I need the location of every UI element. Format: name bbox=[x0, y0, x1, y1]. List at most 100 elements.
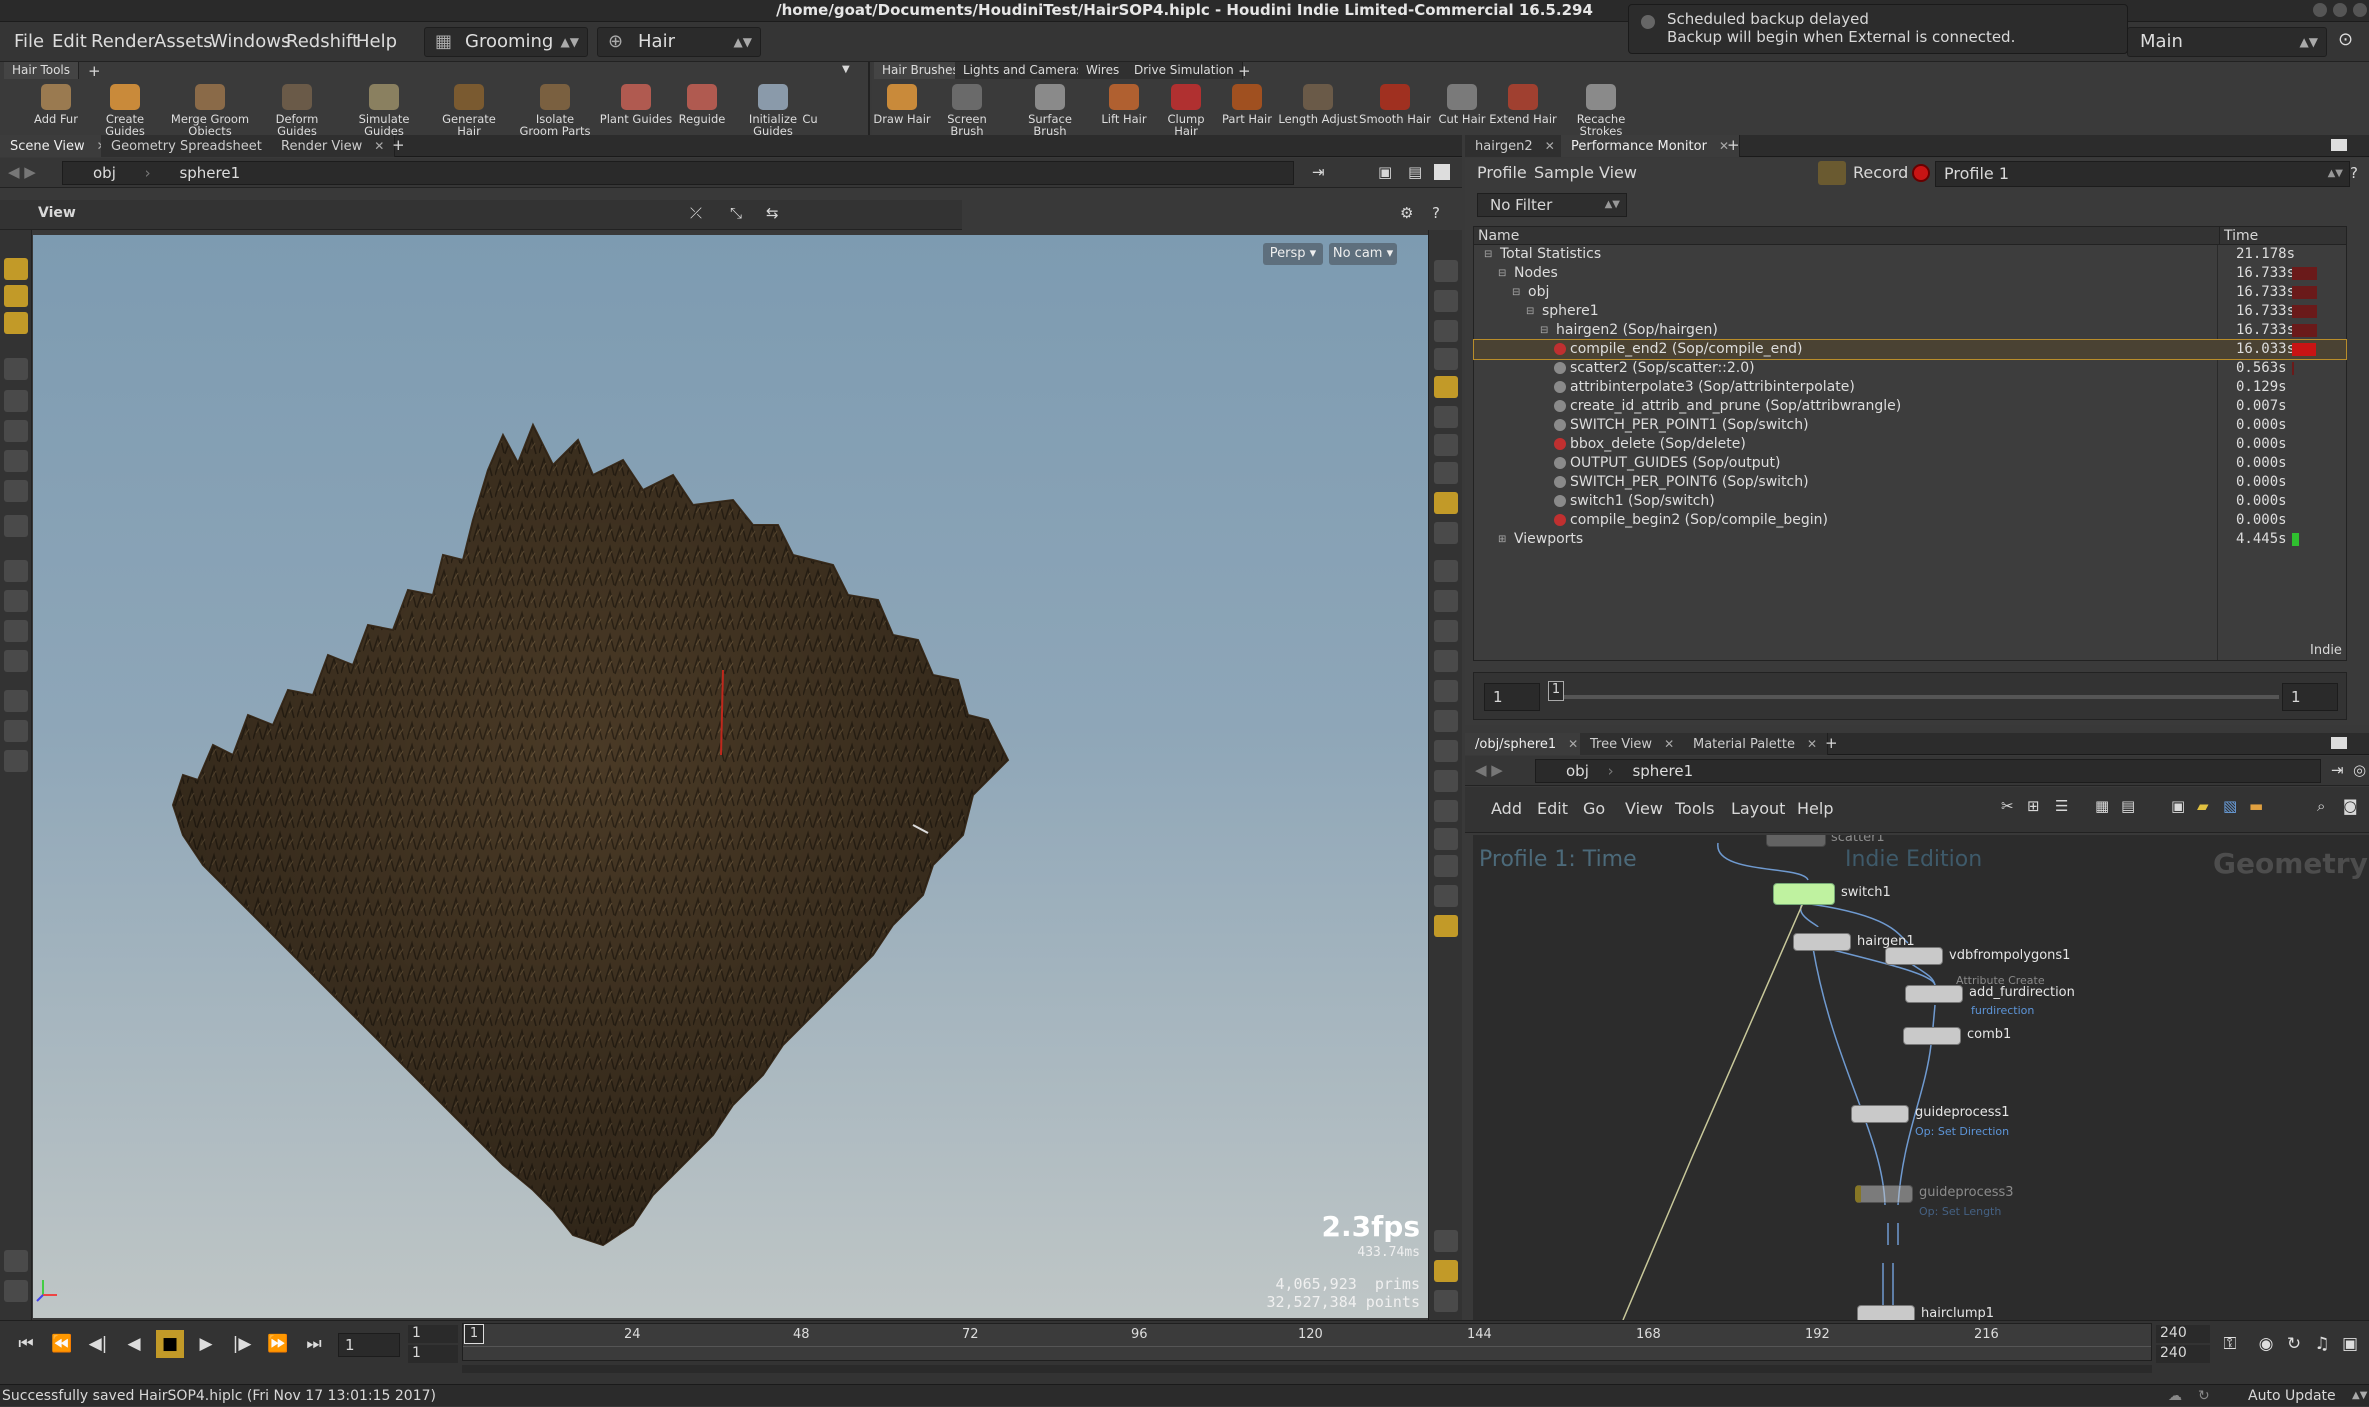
lasso-tool-icon[interactable] bbox=[4, 480, 28, 502]
lock-icon[interactable] bbox=[1434, 320, 1458, 342]
lightbulb-icon[interactable] bbox=[1434, 915, 1458, 937]
search-icon[interactable]: ⌕ bbox=[2317, 797, 2325, 815]
split-icon[interactable]: ▤ bbox=[1408, 163, 1422, 181]
table-icon[interactable]: ▤ bbox=[2121, 797, 2135, 815]
context-select[interactable]: ⊕ Hair ▲▼ bbox=[597, 27, 761, 57]
tool-screen-brush[interactable]: Screen Brush bbox=[932, 84, 1002, 137]
profile-select[interactable]: Profile 1 ▲▼ bbox=[1935, 161, 2350, 187]
add-tab-icon[interactable]: + bbox=[1825, 734, 1838, 752]
handle-tool-icon[interactable] bbox=[4, 312, 28, 334]
menu-edit[interactable]: Edit bbox=[1537, 799, 1568, 818]
record-button[interactable] bbox=[1912, 164, 1930, 182]
close-tab-icon[interactable]: ✕ bbox=[1664, 737, 1674, 751]
lamp-icon[interactable] bbox=[1434, 462, 1458, 484]
grid-icon[interactable] bbox=[1434, 740, 1458, 762]
perf-row[interactable]: ⊟ sphere1 16.733s bbox=[1474, 302, 2346, 321]
tree-icon[interactable]: ⊞ bbox=[2027, 797, 2040, 815]
menu-add[interactable]: Add bbox=[1491, 799, 1522, 818]
step-forward-icon[interactable]: |▶ bbox=[228, 1330, 256, 1358]
perf-row[interactable]: ⊟create_id_attrib_and_prune (Sop/attribw… bbox=[1474, 397, 2346, 416]
list-icon[interactable]: ☰ bbox=[2055, 797, 2068, 815]
layout-icon[interactable]: ▣ bbox=[1378, 163, 1392, 181]
back-arrow-icon[interactable]: ◀ ▶ bbox=[1475, 761, 1503, 779]
people-tool-icon[interactable] bbox=[4, 1280, 28, 1302]
expand-toggle-icon[interactable]: ⊟ bbox=[1498, 264, 1506, 283]
col-name[interactable]: Name bbox=[1478, 227, 1519, 245]
menu-layout[interactable]: Layout bbox=[1731, 799, 1785, 818]
tab-obj-sphere1[interactable]: /obj/sphere1 ✕ bbox=[1465, 733, 1590, 755]
tool-create-guides[interactable]: Create Guides bbox=[85, 84, 165, 137]
tool-generate-hair[interactable]: Generate Hair bbox=[429, 84, 509, 137]
tool-lift-hair[interactable]: Lift Hair bbox=[1094, 84, 1154, 125]
magnet-tool-icon[interactable] bbox=[4, 560, 28, 582]
start-frame-field-2[interactable]: 1 bbox=[408, 1345, 458, 1363]
scene-viewport[interactable]: Persp ▾ No cam ▾ 2.3fps 433.74ms 4,065,9… bbox=[33, 235, 1428, 1318]
menu-edit[interactable]: Edit bbox=[52, 31, 87, 52]
main-select[interactable]: Main ▲▼ bbox=[2127, 27, 2327, 57]
auto-update-arrows-icon[interactable]: ▲▼ bbox=[2352, 1385, 2367, 1407]
bulb-icon[interactable] bbox=[1434, 434, 1458, 456]
sculpt-tool-icon[interactable] bbox=[4, 450, 28, 472]
shelf-tab-hair-tools[interactable]: Hair Tools bbox=[4, 62, 80, 79]
brush-icon[interactable] bbox=[1434, 710, 1458, 732]
mirror-icon[interactable] bbox=[1434, 680, 1458, 702]
snap-grid-icon[interactable] bbox=[1434, 770, 1458, 792]
quad-view-icon[interactable] bbox=[1434, 1260, 1458, 1282]
tab-hairgen2[interactable]: hairgen2 ✕ bbox=[1465, 135, 1566, 157]
shelf-tab-drive-simulation[interactable]: Drive Simulation bbox=[1126, 62, 1243, 79]
perf-row[interactable]: OUTPUT_GUIDES (Sop/output) 0.000s bbox=[1474, 454, 2346, 473]
start-frame-field[interactable]: 1 bbox=[408, 1325, 458, 1343]
pin-icon[interactable] bbox=[1434, 828, 1458, 850]
maximize-pane-icon[interactable] bbox=[2331, 737, 2347, 749]
scene-path-field[interactable]: obj › sphere1 bbox=[62, 161, 1294, 185]
menu-help[interactable]: Help bbox=[356, 31, 397, 52]
tab-geometry-spreadsheet[interactable]: Geometry Spreadsheet✕ bbox=[101, 135, 295, 157]
pose-tool-icon[interactable] bbox=[4, 690, 28, 712]
menu-go[interactable]: Go bbox=[1583, 799, 1605, 818]
filter-select[interactable]: No Filter ▲▼ bbox=[1477, 193, 1627, 217]
auto-update-select[interactable]: Auto Update bbox=[2248, 1385, 2336, 1407]
node-guideprocess1[interactable] bbox=[1851, 1105, 1909, 1123]
camera-icon[interactable]: ◙ bbox=[2343, 797, 2358, 815]
menu-sample[interactable]: Sample bbox=[1534, 163, 1594, 182]
settings-icon[interactable]: ▣ bbox=[2336, 1330, 2364, 1358]
hand-icon[interactable] bbox=[1818, 161, 1846, 185]
frame-start-field[interactable]: 1 bbox=[1484, 683, 1540, 711]
menu-file[interactable]: File bbox=[14, 31, 44, 52]
desktop-select[interactable]: ▦ Grooming ▲▼ bbox=[424, 27, 588, 57]
screen-icon[interactable] bbox=[1434, 885, 1458, 907]
sticky-note-icon[interactable]: ▰ bbox=[2197, 797, 2209, 815]
path-icon[interactable] bbox=[1434, 522, 1458, 544]
range-slider[interactable] bbox=[462, 1365, 2152, 1373]
display-options-icon[interactable]: ⚙ bbox=[1400, 204, 1413, 222]
pen-tool-icon[interactable] bbox=[4, 1250, 28, 1272]
menu-redshift[interactable]: Redshift bbox=[286, 31, 359, 52]
tool-cu[interactable]: Cu bbox=[790, 84, 830, 125]
shading-icon[interactable] bbox=[1434, 348, 1458, 370]
shelf-tab-wires[interactable]: Wires bbox=[1078, 62, 1129, 79]
display-icon[interactable] bbox=[1434, 260, 1458, 282]
ghost-icon[interactable] bbox=[1434, 290, 1458, 312]
col-time[interactable]: Time bbox=[2219, 227, 2346, 245]
minimize-button[interactable] bbox=[2313, 3, 2327, 17]
scissors-icon[interactable]: ✂ bbox=[2001, 797, 2014, 815]
cup-tool-icon[interactable] bbox=[4, 750, 28, 772]
dot-icon[interactable] bbox=[1434, 560, 1458, 582]
magnet-snap-icon[interactable] bbox=[4, 650, 28, 672]
node-hairclump1[interactable] bbox=[1857, 1305, 1915, 1320]
play-icon[interactable]: ▶ bbox=[192, 1330, 220, 1358]
paint-tool-icon[interactable] bbox=[4, 420, 28, 442]
node-switch1[interactable] bbox=[1773, 883, 1835, 905]
menu-help[interactable]: Help bbox=[1797, 799, 1833, 818]
perf-row[interactable]: SWITCH_PER_POINT6 (Sop/switch) 0.000s bbox=[1474, 473, 2346, 492]
tool-add-fur[interactable]: Add Fur bbox=[16, 84, 96, 125]
tool-cut-hair[interactable]: Cut Hair bbox=[1432, 84, 1492, 125]
realtime-icon[interactable]: ◉ bbox=[2252, 1330, 2280, 1358]
expand-toggle-icon[interactable]: ⊞ bbox=[1498, 530, 1506, 549]
tool-length-adjust[interactable]: Length Adjust bbox=[1277, 84, 1359, 125]
select-tool-icon[interactable] bbox=[4, 258, 28, 280]
jump-start-icon[interactable]: ⏮ bbox=[12, 1330, 40, 1358]
shelf-tab-lights[interactable]: Lights and Cameras bbox=[955, 62, 1092, 79]
grid-color-icon[interactable]: ▦ bbox=[2095, 797, 2109, 815]
end-frame-field-2[interactable]: 240 bbox=[2156, 1345, 2210, 1363]
